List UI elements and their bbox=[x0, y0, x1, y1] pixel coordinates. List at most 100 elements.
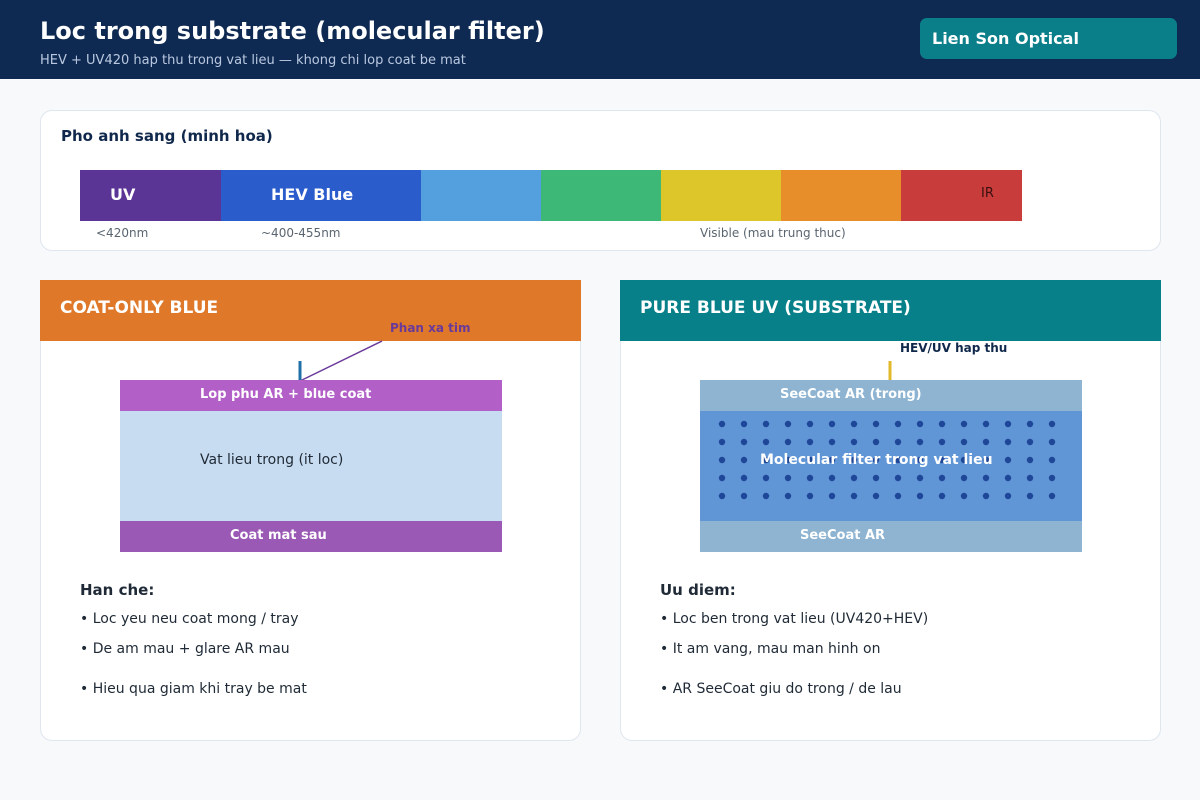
molecule-dot bbox=[718, 474, 726, 482]
reflection-label: Phan xa tim bbox=[390, 321, 471, 335]
molecule-dot bbox=[718, 492, 726, 500]
molecule-dot bbox=[828, 492, 836, 500]
molecule-dot bbox=[916, 420, 924, 428]
limitation-item: • Hieu qua giam khi tray be mat bbox=[80, 681, 307, 697]
molecule-dot bbox=[1026, 420, 1034, 428]
advantage-item: • Loc ben trong vat lieu (UV420+HEV) bbox=[660, 611, 929, 627]
seecoat-bottom-layer: SeeCoat AR bbox=[700, 521, 1082, 552]
seecoat-top-layer: SeeCoat AR (trong) bbox=[700, 380, 1082, 411]
top-coat-layer: Lop phu AR + blue coat bbox=[120, 380, 502, 411]
molecule-dot bbox=[740, 420, 748, 428]
header-bar: Loc trong substrate (molecular filter) H… bbox=[0, 0, 1200, 79]
core-material-layer: Vat lieu trong (it loc) bbox=[120, 411, 502, 521]
molecular-filter-layer: Molecular filter trong vat lieu bbox=[700, 411, 1082, 521]
molecule-dot bbox=[960, 474, 968, 482]
molecule-dot bbox=[828, 438, 836, 446]
molecule-dot bbox=[1048, 456, 1056, 464]
coat-only-panel: COAT-ONLY BLUE Phan xa tim Lop phu AR + … bbox=[40, 280, 581, 741]
molecule-dot bbox=[894, 474, 902, 482]
band-uv-label: UV bbox=[110, 185, 136, 204]
molecule-dot bbox=[916, 474, 924, 482]
molecule-dot bbox=[982, 420, 990, 428]
page-subtitle: HEV + UV420 hap thu trong vat lieu — kho… bbox=[40, 53, 466, 68]
molecule-dot bbox=[762, 420, 770, 428]
band-ir-label: IR bbox=[981, 186, 994, 201]
molecule-dot bbox=[872, 492, 880, 500]
molecule-dot bbox=[1048, 438, 1056, 446]
molecule-dot bbox=[740, 438, 748, 446]
molecule-dot bbox=[1026, 474, 1034, 482]
advantages-heading: Uu diem: bbox=[660, 581, 736, 599]
band-green bbox=[541, 170, 661, 221]
molecule-dot bbox=[740, 474, 748, 482]
advantage-item: • AR SeeCoat giu do trong / de lau bbox=[660, 681, 902, 697]
note-visible: Visible (mau trung thuc) bbox=[700, 226, 846, 240]
molecule-dot bbox=[828, 420, 836, 428]
molecule-dot bbox=[960, 420, 968, 428]
substrate-panel: PURE BLUE UV (SUBSTRATE) HEV/UV hap thu … bbox=[620, 280, 1161, 741]
molecule-dot bbox=[872, 420, 880, 428]
band-light-blue bbox=[421, 170, 541, 221]
molecule-dot bbox=[938, 438, 946, 446]
molecule-dot bbox=[806, 438, 814, 446]
molecule-dot bbox=[850, 420, 858, 428]
molecule-dot bbox=[718, 420, 726, 428]
molecule-dot bbox=[938, 492, 946, 500]
limitation-item: • Loc yeu neu coat mong / tray bbox=[80, 611, 299, 627]
molecule-dot bbox=[1048, 492, 1056, 500]
molecule-dot bbox=[1048, 474, 1056, 482]
band-ir: IR bbox=[901, 170, 1022, 221]
molecule-dot bbox=[740, 492, 748, 500]
molecule-dot bbox=[806, 474, 814, 482]
molecule-dot bbox=[1026, 456, 1034, 464]
molecule-dot bbox=[894, 492, 902, 500]
reflection-arrow bbox=[298, 340, 383, 382]
molecule-dot bbox=[718, 456, 726, 464]
back-coat-label: Coat mat sau bbox=[230, 528, 327, 543]
molecule-dot bbox=[762, 474, 770, 482]
molecule-dot bbox=[1026, 492, 1034, 500]
top-coat-label: Lop phu AR + blue coat bbox=[200, 387, 372, 402]
molecule-dot bbox=[872, 438, 880, 446]
molecule-dot bbox=[850, 438, 858, 446]
band-hev-blue: HEV Blue bbox=[221, 170, 421, 221]
molecule-dot bbox=[894, 420, 902, 428]
molecule-dot bbox=[850, 492, 858, 500]
molecule-dot bbox=[916, 438, 924, 446]
molecular-filter-label: Molecular filter trong vat lieu bbox=[760, 452, 993, 468]
molecule-dot bbox=[784, 474, 792, 482]
molecule-dot bbox=[784, 492, 792, 500]
brand-badge: Lien Son Optical bbox=[920, 18, 1177, 59]
molecule-dot bbox=[784, 420, 792, 428]
molecule-dot bbox=[784, 438, 792, 446]
molecule-dot bbox=[982, 474, 990, 482]
molecule-dot bbox=[762, 438, 770, 446]
molecule-dot bbox=[916, 492, 924, 500]
molecule-dot bbox=[1004, 456, 1012, 464]
molecule-dot bbox=[1004, 438, 1012, 446]
back-coat-layer: Coat mat sau bbox=[120, 521, 502, 552]
note-uv: <420nm bbox=[96, 226, 149, 240]
core-material-label: Vat lieu trong (it loc) bbox=[200, 452, 344, 468]
advantage-item: • It am vang, mau man hinh on bbox=[660, 641, 881, 657]
molecule-dot bbox=[1048, 420, 1056, 428]
molecule-dot bbox=[740, 456, 748, 464]
seecoat-bottom-label: SeeCoat AR bbox=[800, 528, 886, 543]
molecule-dot bbox=[938, 420, 946, 428]
molecule-dot bbox=[806, 492, 814, 500]
page-title: Loc trong substrate (molecular filter) bbox=[40, 17, 545, 45]
band-yellow bbox=[661, 170, 781, 221]
molecule-dot bbox=[894, 438, 902, 446]
limitations-heading: Han che: bbox=[80, 581, 155, 599]
absorption-label: HEV/UV hap thu bbox=[900, 341, 1008, 355]
molecule-dot bbox=[850, 474, 858, 482]
molecule-dot bbox=[982, 492, 990, 500]
limitation-item: • De am mau + glare AR mau bbox=[80, 641, 290, 657]
molecule-dot bbox=[982, 438, 990, 446]
molecule-dot bbox=[872, 474, 880, 482]
molecule-dot bbox=[938, 474, 946, 482]
spectrum-card: Pho anh sang (minh hoa) UV HEV Blue IR <… bbox=[40, 110, 1161, 251]
molecule-dot bbox=[960, 492, 968, 500]
band-hev-label: HEV Blue bbox=[271, 185, 354, 204]
molecule-dot bbox=[1004, 420, 1012, 428]
